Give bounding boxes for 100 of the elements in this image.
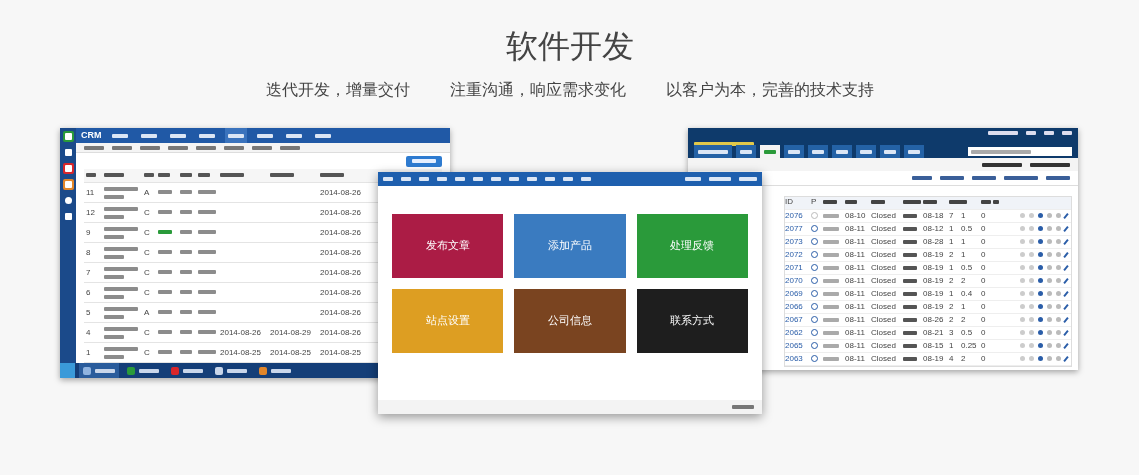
nav-tab[interactable] — [760, 145, 780, 158]
nav-tab[interactable] — [694, 145, 732, 158]
edit-icon[interactable] — [1063, 278, 1069, 284]
table-cell-text: 2 — [949, 251, 955, 259]
table-cell-text: Closed — [871, 238, 897, 246]
text-placeholder — [823, 239, 839, 244]
table-cell-text: 4 — [85, 328, 92, 337]
app-icon[interactable] — [62, 179, 74, 190]
edit-icon[interactable] — [1063, 239, 1069, 245]
add-button[interactable] — [406, 155, 442, 167]
table-cell-text: 0 — [981, 212, 987, 220]
text-placeholder — [183, 368, 203, 373]
table-cell-text: 0 — [981, 316, 987, 324]
tile-button[interactable]: 添加产品 — [514, 214, 626, 278]
table-cell-text: 08-19 — [923, 251, 945, 259]
text-placeholder — [285, 133, 302, 138]
table-cell-text: A — [143, 308, 151, 317]
search-field[interactable] — [968, 147, 1072, 156]
text-placeholder — [972, 176, 996, 180]
task-link[interactable]: 2067 — [785, 316, 811, 324]
nav-tab[interactable] — [808, 145, 828, 158]
edit-icon[interactable] — [1063, 330, 1069, 336]
text-placeholder — [1030, 162, 1070, 167]
table-cell-text: Closed — [871, 212, 897, 220]
edit-icon[interactable] — [1063, 356, 1069, 362]
edit-icon[interactable] — [1063, 213, 1069, 219]
text-placeholder — [104, 214, 124, 219]
text-placeholder — [709, 177, 731, 181]
text-placeholder — [104, 173, 124, 178]
nav-tab[interactable] — [856, 145, 876, 158]
nav-tab[interactable] — [832, 145, 852, 158]
logo-icon[interactable] — [62, 131, 74, 142]
table-cell-text: 2 — [961, 355, 967, 363]
text-placeholder — [104, 314, 124, 319]
text-placeholder — [180, 210, 192, 215]
table-cell-text: 1 — [85, 348, 92, 357]
edit-icon[interactable] — [1063, 265, 1069, 271]
table-cell-text: 2014-08-26 — [319, 208, 362, 217]
task-link[interactable]: 2077 — [785, 225, 811, 233]
table-cell-text: Closed — [871, 342, 897, 350]
task-link[interactable]: 2069 — [785, 290, 811, 298]
task-link[interactable]: 2066 — [785, 303, 811, 311]
task-link[interactable]: 2063 — [785, 355, 811, 363]
table-cell-text: 08-26 — [923, 316, 945, 324]
table-cell-text: 1 — [949, 290, 955, 298]
table-cell-text: 2014-08-25 — [319, 348, 362, 357]
table-cell-text: 8 — [85, 248, 92, 257]
text-placeholder — [198, 350, 216, 355]
table-cell-text: Closed — [871, 303, 897, 311]
text-placeholder — [823, 343, 839, 348]
edit-icon[interactable] — [1063, 252, 1069, 258]
app-icon[interactable] — [62, 163, 74, 174]
edit-icon[interactable] — [1063, 304, 1069, 310]
task-link[interactable]: 2071 — [785, 264, 811, 272]
text-placeholder — [227, 368, 247, 373]
text-placeholder — [732, 405, 754, 409]
tile-button[interactable]: 发布文章 — [392, 214, 504, 278]
text-placeholder — [104, 346, 138, 351]
phone-icon[interactable] — [62, 147, 74, 158]
table-cell-text: C — [143, 328, 151, 337]
tile-button[interactable]: 公司信息 — [514, 289, 626, 353]
task-link[interactable]: 2076 — [785, 212, 811, 220]
table-cell-text: C — [143, 268, 151, 277]
table-cell-text: C — [143, 208, 151, 217]
edit-icon[interactable] — [1063, 291, 1069, 297]
task-link[interactable]: 2072 — [785, 251, 811, 259]
tile-button[interactable]: 处理反馈 — [636, 214, 748, 278]
nav-tab[interactable] — [784, 145, 804, 158]
text-placeholder — [198, 230, 216, 235]
nav-tab[interactable] — [880, 145, 900, 158]
edit-icon[interactable] — [1063, 226, 1069, 232]
table-cell-text: 08-21 — [923, 329, 945, 337]
task-link[interactable]: 2062 — [785, 329, 811, 337]
text-placeholder — [198, 270, 216, 275]
table-cell-text: 08-11 — [845, 303, 866, 311]
text-placeholder — [823, 226, 839, 231]
settings-icon — [215, 366, 223, 375]
nav-tab[interactable] — [904, 145, 924, 158]
taskbar-button[interactable] — [79, 363, 119, 378]
table-cell-text: 2 — [949, 316, 955, 324]
text-placeholder — [104, 274, 124, 279]
task-link[interactable]: 2073 — [785, 238, 811, 246]
edit-icon[interactable] — [1063, 317, 1069, 323]
task-link[interactable]: 2065 — [785, 342, 811, 350]
text-placeholder — [198, 133, 215, 138]
table-cell-text: 1 — [961, 238, 967, 246]
nav-tab[interactable] — [736, 145, 756, 158]
edit-icon[interactable] — [1063, 343, 1069, 349]
tile-button[interactable]: 联系方式 — [636, 289, 748, 353]
table-cell-text: 1 — [961, 303, 967, 311]
text-placeholder — [198, 250, 216, 255]
nav-tab[interactable] — [224, 128, 247, 143]
table-cell-text: 08-11 — [845, 329, 866, 337]
tagline: 以客户为本，完善的技术支持 — [665, 79, 874, 101]
table-cell-text: 08-10 — [845, 212, 867, 220]
grid-icon[interactable] — [62, 211, 74, 222]
text-placeholder — [871, 199, 885, 204]
task-link[interactable]: 2070 — [785, 277, 811, 285]
page-heading: 软件开发 — [505, 30, 634, 62]
settings-icon[interactable] — [62, 195, 74, 206]
